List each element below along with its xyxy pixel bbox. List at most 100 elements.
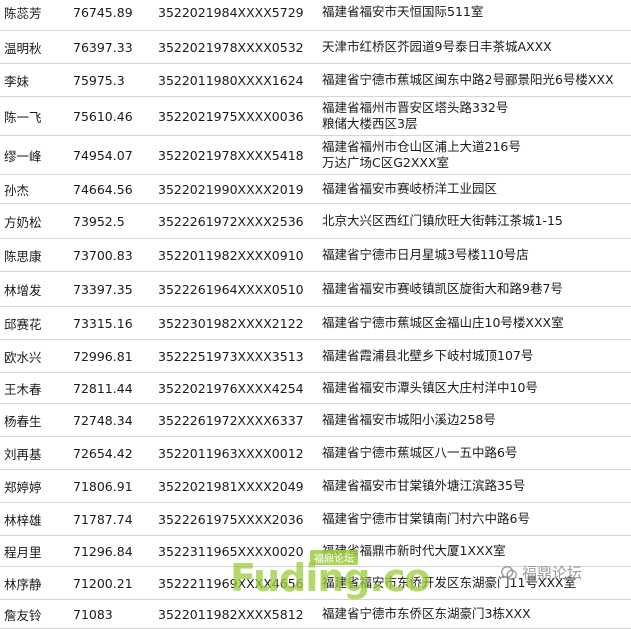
cell-id-number: 3522261972XXXX6337 (158, 412, 304, 428)
cell-amount: 71296.84 (73, 543, 133, 559)
cell-amount: 75610.46 (73, 108, 133, 124)
cell-address: 福建省福安市东侨开发区东湖豪门11号XXX室 (322, 567, 576, 599)
cell-id-number: 3522021975XXXX0036 (158, 108, 304, 124)
cell-address: 福建省宁德市甘棠镇南门村六中路6号 (322, 503, 530, 535)
cell-amount: 74664.56 (73, 181, 133, 197)
cell-amount: 71083 (73, 606, 113, 622)
table-row: 温明秋 76397.33 3522021978XXXX0532 天津市红桥区芥园道9号… (0, 31, 631, 64)
cell-id-number: 3522011980XXXX1624 (158, 72, 304, 88)
cell-amount: 73315.16 (73, 315, 133, 331)
table-row: 孙杰 74664.56 3522021990XXXX2019 福建省福安市赛岐桥洋工业… (0, 175, 631, 204)
cell-amount: 76745.89 (73, 4, 133, 20)
address-line: 福建省福安市城阳小溪边258号 (322, 412, 496, 427)
cell-id-number: 3522261972XXXX2536 (158, 213, 304, 229)
cell-address: 福建省霞浦县北壁乡下岐村城顶107号 (322, 340, 533, 372)
cell-id-number: 3522021984XXXX5729 (158, 4, 304, 20)
cell-amount: 75975.3 (73, 72, 125, 88)
table-row: 陈一飞 75610.46 3522021975XXXX0036 福建省福州市晋安区塔头… (0, 97, 631, 136)
cell-address: 天津市红桥区芥园道9号泰日丰茶城AXXX (322, 31, 552, 63)
cell-amount: 71787.74 (73, 511, 133, 527)
cell-address: 福建省福安市赛岐桥洋工业园区 (322, 175, 497, 203)
cell-name: 程月里 (4, 544, 42, 560)
cell-name: 杨春生 (4, 413, 42, 429)
cell-name: 陈思康 (4, 248, 42, 264)
cell-id-number: 3522021990XXXX2019 (158, 181, 304, 197)
table-row: 邱赛花 73315.16 3522301982XXXX2122 福建省宁德市蕉城区金福… (0, 307, 631, 340)
cell-id-number: 3522021976XXXX4254 (158, 380, 304, 396)
cell-amount: 72748.34 (73, 412, 133, 428)
cell-id-number: 3522011963XXXX0012 (158, 445, 304, 461)
address-line: 福建省宁德市蕉城区八一五中路6号 (322, 445, 518, 460)
cell-id-number: 3522301982XXXX2122 (158, 315, 304, 331)
table-row: 欧水兴 72996.81 3522251973XXXX3513 福建省霞浦县北壁乡下岐… (0, 340, 631, 373)
cell-name: 方奶松 (4, 214, 42, 230)
cell-id-number: 3522021981XXXX2049 (158, 478, 304, 494)
cell-address: 福建省福安市天恒国际511室 (322, 0, 483, 30)
table-row: 林序静 71200.21 3522211969XXXX4656 福建省福安市东侨开发区… (0, 567, 631, 600)
address-line: 粮储大楼西区3层 (322, 116, 418, 131)
cell-address: 福建省宁德市东侨区东湖豪门3栋XXX (322, 600, 531, 628)
cell-address: 福建省宁德市蕉城区闽东中路2号郦景阳光6号楼XXX (322, 64, 614, 96)
cell-amount: 76397.33 (73, 39, 133, 55)
address-line: 福建省宁德市甘棠镇南门村六中路6号 (322, 511, 530, 526)
cell-name: 王木春 (4, 381, 42, 397)
cell-address: 福建省福安市赛岐镇凯区旋街大和路9巷7号 (322, 272, 563, 306)
cell-name: 林梓雄 (4, 512, 42, 528)
address-line: 福建省福安市赛岐桥洋工业园区 (322, 181, 498, 196)
cell-amount: 74954.07 (73, 147, 133, 163)
cell-name: 林序静 (4, 576, 42, 592)
cell-name: 欧水兴 (4, 349, 42, 365)
cell-amount: 73397.35 (73, 281, 133, 297)
cell-address: 福建省福安市甘棠镇外塘江滨路35号 (322, 470, 525, 502)
table-row: 詹友铃 71083 3522011982XXXX5812 福建省宁德市东侨区东湖豪门3… (0, 600, 631, 629)
table-row: 李妹 75975.3 3522011980XXXX1624 福建省宁德市蕉城区闽东中路… (0, 64, 631, 97)
cell-id-number: 3522251973XXXX3513 (158, 348, 304, 364)
address-line: 福建省宁德市日月星城3号楼110号店 (322, 247, 529, 262)
cell-id-number: 3522211969XXXX4656 (158, 575, 304, 591)
cell-name: 林增发 (4, 282, 42, 298)
cell-address: 福建省福州市晋安区塔头路332号 粮储大楼西区3层 (322, 97, 508, 135)
cell-id-number: 3522011982XXXX5812 (158, 606, 304, 622)
table-row: 缪一峰 74954.07 3522021978XXXX5418 福建省福州市仓山区浦上… (0, 136, 631, 175)
cell-address: 福建省福安市潭头镇区大庄村洋中10号 (322, 373, 538, 403)
address-line: 福建省宁德市东侨区东湖豪门3栋XXX (322, 606, 531, 621)
cell-name: 郑婷婷 (4, 479, 42, 495)
address-line: 北京大兴区西红门镇欣旺大街韩江茶城1-15 (322, 213, 563, 228)
table-row: 林增发 73397.35 3522261964XXXX0510 福建省福安市赛岐镇凯区… (0, 272, 631, 307)
table-row: 方奶松 73952.5 3522261972XXXX2536 北京大兴区西红门镇欣旺大… (0, 204, 631, 239)
address-line: 万达广场C区G2XXX室 (322, 155, 450, 170)
address-line: 福建省宁德市蕉城区闽东中路2号郦景阳光6号楼XXX (322, 72, 614, 87)
cell-address: 福建省福安市城阳小溪边258号 (322, 404, 496, 436)
address-line: 福建省福州市晋安区塔头路332号 (322, 100, 509, 115)
cell-id-number: 3522261975XXXX2036 (158, 511, 304, 527)
table-row: 程月里 71296.84 3522311965XXXX0020 福建省福鼎市新时代大厦… (0, 536, 631, 567)
table-row: 刘再基 72654.42 3522011963XXXX0012 福建省宁德市蕉城区八一… (0, 437, 631, 470)
cell-address: 福建省福州市仓山区浦上大道216号 万达广场C区G2XXX室 (322, 136, 521, 174)
record-table: 陈蕊芳 76745.89 3522021984XXXX5729 福建省福安市天恒国际5… (0, 0, 631, 629)
cell-id-number: 3522011982XXXX0910 (158, 247, 304, 263)
cell-name: 温明秋 (4, 40, 42, 56)
cell-amount: 73700.83 (73, 247, 133, 263)
cell-amount: 72996.81 (73, 348, 133, 364)
address-line: 天津市红桥区芥园道9号泰日丰茶城AXXX (322, 39, 552, 54)
cell-amount: 73952.5 (73, 213, 125, 229)
address-line: 福建省福安市赛岐镇凯区旋街大和路9巷7号 (322, 281, 563, 296)
cell-name: 李妹 (4, 73, 30, 89)
table-row: 郑婷婷 71806.91 3522021981XXXX2049 福建省福安市甘棠镇外塘… (0, 470, 631, 503)
cell-id-number: 3522021978XXXX0532 (158, 39, 304, 55)
table-row: 林梓雄 71787.74 3522261975XXXX2036 福建省宁德市甘棠镇南门… (0, 503, 631, 536)
table-row: 王木春 72811.44 3522021976XXXX4254 福建省福安市潭头镇区大… (0, 373, 631, 404)
cell-address: 北京大兴区西红门镇欣旺大街韩江茶城1-15 (322, 204, 563, 238)
cell-name: 陈一飞 (4, 109, 42, 125)
cell-id-number: 3522021978XXXX5418 (158, 147, 304, 163)
address-line: 福建省福安市东侨开发区东湖豪门11号XXX室 (322, 575, 577, 590)
cell-address: 福建省宁德市蕉城区八一五中路6号 (322, 437, 517, 469)
cell-id-number: 3522311965XXXX0020 (158, 543, 304, 559)
cell-name: 刘再基 (4, 446, 42, 462)
cell-address: 福建省宁德市蕉城区金福山庄10号楼XXX室 (322, 307, 564, 339)
cell-id-number: 3522261964XXXX0510 (158, 281, 304, 297)
cell-amount: 72811.44 (73, 380, 133, 396)
address-line: 福建省福鼎市新时代大厦1XXX室 (322, 543, 506, 558)
address-line: 福建省宁德市蕉城区金福山庄10号楼XXX室 (322, 315, 564, 330)
cell-amount: 71806.91 (73, 478, 133, 494)
